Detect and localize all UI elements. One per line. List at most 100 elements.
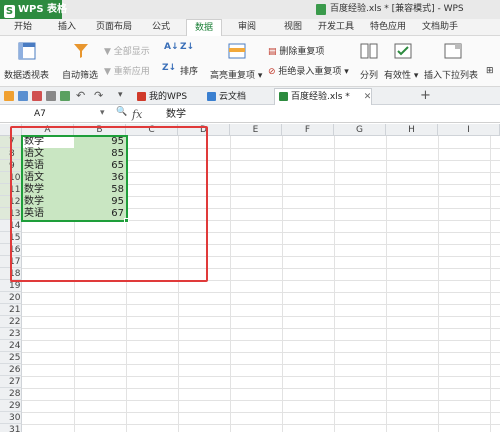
row-header[interactable]: 24	[0, 340, 22, 352]
save-icon[interactable]	[18, 91, 28, 101]
split-column-button[interactable]: 分列	[356, 40, 382, 84]
open-icon[interactable]	[4, 91, 14, 101]
zoom-formula-icon[interactable]: 🔍	[116, 107, 127, 117]
column-header-f[interactable]: F	[282, 124, 334, 136]
highlight-duplicates-button[interactable]: 高亮重复项 ▾	[210, 40, 264, 84]
fx-icon[interactable]: fx	[132, 106, 142, 123]
reject-duplicates-button[interactable]: ⊘ 拒绝录入重复项 ▾	[268, 64, 349, 77]
app-name: WPS 表格	[18, 4, 68, 15]
reapply-button[interactable]: ▼ 重新应用	[104, 64, 150, 77]
tab-review[interactable]: 审阅	[232, 19, 262, 36]
tab-page-layout[interactable]: 页面布局	[92, 19, 136, 36]
pivot-table-icon	[18, 42, 36, 60]
print-preview-icon[interactable]	[60, 91, 70, 101]
sort-label: 排序	[180, 67, 199, 77]
row-header[interactable]: 23	[0, 328, 22, 340]
row-header[interactable]: 28	[0, 388, 22, 400]
row-header[interactable]: 25	[0, 352, 22, 364]
customize-toolbar-icon[interactable]: ▾	[118, 90, 123, 100]
ribbon-tab-bar: 开始 插入 页面布局 公式 数据 审阅 视图 开发工具 特色应用 文档助手	[0, 19, 500, 36]
highlight-duplicates-label: 高亮重复项 ▾	[210, 71, 263, 81]
grid-line	[22, 304, 500, 305]
grid-line	[22, 340, 500, 341]
doc-tab-cloud[interactable]: 云文档	[202, 88, 247, 105]
grid-line	[22, 412, 500, 413]
row-header[interactable]: 26	[0, 364, 22, 376]
highlight-annotation-box	[10, 126, 208, 282]
new-tab-icon[interactable]: +	[420, 88, 431, 103]
grid-line	[22, 376, 500, 377]
show-all-button[interactable]: ▼ 全部显示	[104, 44, 150, 57]
window-title: 百度经验.xls * [兼容模式] - WPS	[330, 4, 464, 14]
column-header-h[interactable]: H	[386, 124, 438, 136]
export-pdf-icon[interactable]	[32, 91, 42, 101]
remove-duplicates-button[interactable]: ▤ 删除重复项	[268, 44, 324, 57]
split-column-icon	[360, 43, 378, 59]
filter-icon	[74, 44, 88, 58]
name-box[interactable]: A7	[22, 107, 110, 121]
auto-filter-button[interactable]: 自动筛选	[62, 40, 102, 84]
dropdown-list-icon	[444, 43, 462, 59]
column-header-i[interactable]: I	[438, 124, 500, 136]
sheet-doc-icon	[279, 92, 288, 101]
tab-developer[interactable]: 开发工具	[314, 19, 358, 36]
reject-duplicates-icon: ⊘	[268, 67, 279, 77]
column-header-e[interactable]: E	[230, 124, 282, 136]
row-header[interactable]: 30	[0, 412, 22, 424]
print-icon[interactable]	[46, 91, 56, 101]
row-header[interactable]: 31	[0, 424, 22, 432]
doc-tab-active[interactable]: 百度经验.xls * ✕	[274, 88, 373, 105]
validity-icon	[394, 43, 412, 59]
grid-line	[22, 328, 500, 329]
validity-label: 有效性 ▾	[384, 71, 419, 81]
grid-line	[22, 364, 500, 365]
column-header-g[interactable]: G	[334, 124, 386, 136]
row-header[interactable]: 29	[0, 400, 22, 412]
doc-tab-my-wps[interactable]: 我的WPS	[132, 88, 188, 105]
grid-line	[22, 400, 500, 401]
sort-icon: Z↓	[162, 63, 177, 73]
sort-descending-icon[interactable]: Z↓	[180, 42, 194, 52]
pivot-table-label: 数据透视表	[4, 71, 50, 81]
pivot-table-button[interactable]: 数据透视表	[4, 40, 52, 84]
sheet-doc-icon	[316, 4, 326, 15]
formula-input[interactable]: 数学	[166, 106, 186, 123]
cloud-doc-icon	[207, 92, 216, 101]
title-bar: S WPS 表格 百度经验.xls * [兼容模式] - WPS	[0, 0, 500, 19]
tab-doc-assistant[interactable]: 文档助手	[418, 19, 462, 36]
row-header[interactable]: 22	[0, 316, 22, 328]
redo-icon[interactable]: ↷	[94, 89, 103, 102]
tab-insert[interactable]: 插入	[52, 19, 82, 36]
formula-bar: A7 ▾ 🔍 fx 数学	[0, 106, 500, 123]
filter-clear-icon: ▼	[104, 47, 114, 57]
insert-dropdown-button[interactable]: 插入下拉列表	[424, 40, 482, 84]
ribbon-data: 数据透视表 自动筛选 ▼ 全部显示 ▼ 重新应用 A↓ Z↓ Z↓ 排序 高亮重…	[0, 36, 500, 87]
sort-button[interactable]: Z↓ 排序	[162, 60, 202, 80]
validity-button[interactable]: 有效性 ▾	[384, 40, 422, 84]
grid-line	[22, 352, 500, 353]
wps-logo-icon: S	[4, 5, 15, 18]
sort-ascending-icon[interactable]: A↓	[164, 42, 179, 52]
tab-home[interactable]: 开始	[8, 19, 38, 36]
name-box-dropdown-icon[interactable]: ▾	[100, 108, 105, 118]
close-tab-icon[interactable]: ✕	[364, 92, 372, 102]
insert-dropdown-label: 插入下拉列表	[424, 71, 479, 81]
remove-duplicates-icon: ▤	[268, 47, 280, 57]
tab-data[interactable]: 数据	[186, 19, 222, 36]
tab-view[interactable]: 视图	[278, 19, 308, 36]
more-ribbon-icon[interactable]: ⊞	[486, 66, 494, 76]
undo-icon[interactable]: ↶	[76, 89, 85, 102]
app-menu-button[interactable]: S WPS 表格	[0, 0, 67, 19]
grid-line	[22, 388, 500, 389]
grid-line	[22, 424, 500, 425]
wps-logo-icon	[137, 92, 146, 101]
row-header[interactable]: 27	[0, 376, 22, 388]
highlight-duplicates-icon	[228, 43, 246, 59]
spreadsheet-grid[interactable]: A B C D E F G H I 7 8 9 10 11 12 13 14 1…	[0, 124, 500, 432]
grid-line	[22, 316, 500, 317]
row-header[interactable]: 20	[0, 292, 22, 304]
row-header[interactable]: 21	[0, 304, 22, 316]
tab-formulas[interactable]: 公式	[146, 19, 176, 36]
split-column-label: 分列	[360, 71, 379, 81]
tab-special-apps[interactable]: 特色应用	[366, 19, 410, 36]
